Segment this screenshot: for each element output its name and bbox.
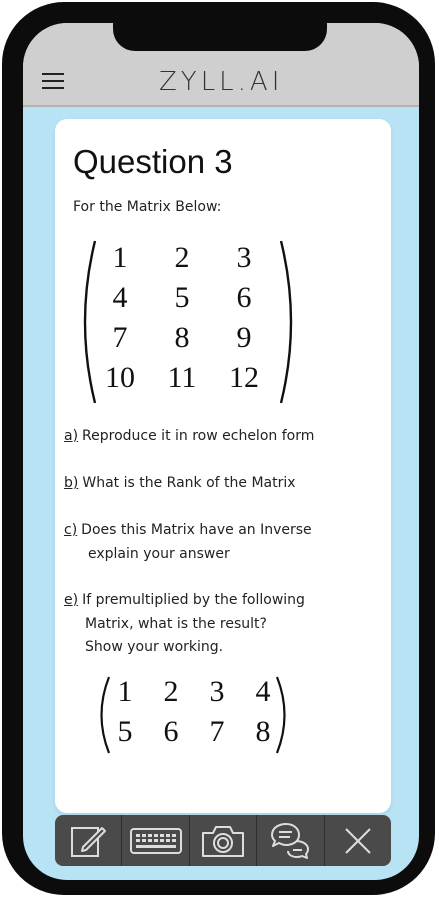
edit-icon — [71, 826, 107, 857]
question-card: Question 3 For the Matrix Below: 1234567… — [55, 119, 391, 813]
part-e-text-2: Matrix, what is the result? — [85, 615, 267, 632]
part-e-label: e) — [64, 592, 79, 608]
question-title: Question 3 — [73, 143, 233, 180]
matrix-cell: 9 — [236, 321, 252, 354]
matrix-cell: 7 — [209, 715, 225, 748]
app-screen: ZYLL.AI Question 3 For the Matrix Below:… — [23, 23, 419, 880]
chat-icon — [271, 822, 310, 859]
part-a-label: a) — [64, 428, 79, 444]
matrix-cell: 7 — [112, 321, 128, 354]
app-logo: ZYLL.AI — [159, 67, 284, 97]
matrix-cell: 12 — [229, 361, 259, 394]
matrix-cell: 4 — [112, 281, 128, 314]
phone-notch — [113, 23, 327, 51]
matrix-cell: 3 — [209, 675, 225, 708]
matrix-cell: 8 — [255, 715, 271, 748]
matrix-cell: 4 — [255, 675, 271, 708]
hamburger-menu-icon[interactable] — [42, 73, 64, 91]
matrix-cell: 1 — [112, 241, 128, 274]
part-b-text: What is the Rank of the Matrix — [82, 475, 296, 491]
part-c: c) Does this Matrix have an Inverse expla… — [64, 519, 312, 566]
close-button[interactable] — [325, 815, 391, 866]
part-a: a) Reproduce it in row echelon form — [64, 425, 314, 449]
matrix-cell: 6 — [236, 281, 252, 314]
part-b: b) What is the Rank of the Matrix — [64, 472, 296, 496]
keyboard-icon — [129, 827, 182, 854]
part-e-text-1: If premultiplied by the following — [82, 592, 305, 608]
keyboard-button[interactable] — [122, 815, 190, 866]
matrix-cell: 10 — [105, 361, 135, 394]
app-header: ZYLL.AI — [23, 23, 419, 107]
matrix-cell: 11 — [167, 361, 197, 394]
matrix-cell: 5 — [174, 281, 190, 314]
matrix-cell: 5 — [117, 715, 133, 748]
camera-icon — [202, 825, 245, 857]
matrix-cell: 2 — [163, 675, 179, 708]
matrix-cell: 3 — [236, 241, 252, 274]
chat-button[interactable] — [257, 815, 325, 866]
question-intro: For the Matrix Below: — [73, 199, 222, 215]
matrix-cell: 2 — [174, 241, 190, 274]
camera-button[interactable] — [190, 815, 258, 866]
part-c-text-1: Does this Matrix have an Inverse — [81, 522, 312, 538]
part-e-text-3: Show your working. — [85, 639, 224, 655]
edit-button[interactable] — [55, 815, 123, 866]
matrix-main: 1 2 3 4 5 6 7 8 9 10 11 12 — [73, 237, 303, 407]
part-e: e) If premultiplied by the following Matr… — [64, 589, 305, 660]
part-c-label: c) — [64, 522, 78, 538]
matrix-cell: 1 — [117, 675, 133, 708]
part-c-text-2: explain your answer — [88, 545, 230, 562]
matrix-second: 1234 5678 — [93, 673, 293, 757]
part-b-label: b) — [64, 475, 79, 491]
part-a-text: Reproduce it in row echelon form — [82, 428, 315, 444]
phone-frame: ZYLL.AI Question 3 For the Matrix Below:… — [2, 2, 435, 895]
matrix-cell: 6 — [163, 715, 179, 748]
matrix-cell: 8 — [174, 321, 190, 354]
bottom-toolbar — [55, 815, 391, 866]
close-icon — [345, 827, 371, 854]
